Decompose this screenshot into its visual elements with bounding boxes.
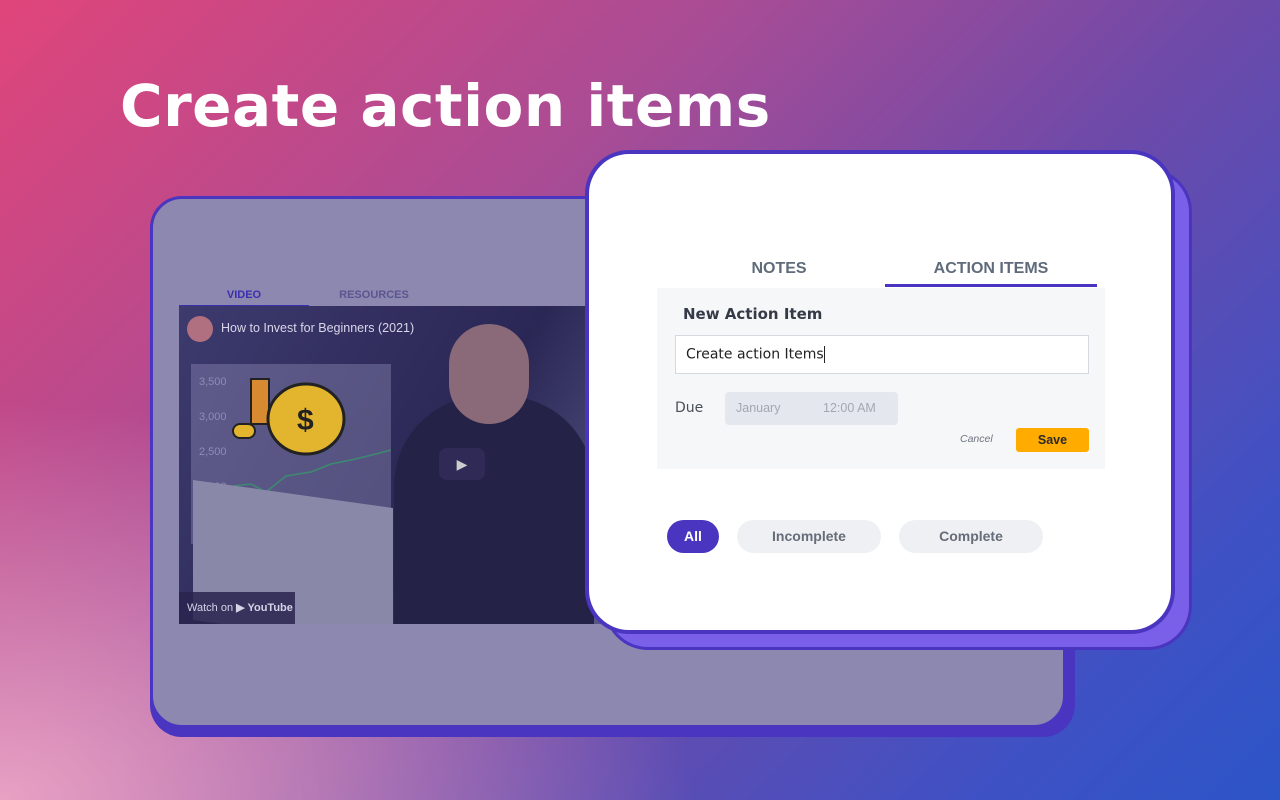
youtube-logo: ▶ YouTube — [236, 602, 293, 614]
svg-text:$: $ — [297, 404, 314, 437]
channel-avatar[interactable] — [187, 316, 213, 342]
video-title[interactable]: How to Invest for Beginners (2021) — [221, 321, 414, 335]
filter-pills: All Incomplete Complete — [667, 520, 1043, 553]
filter-incomplete[interactable]: Incomplete — [737, 520, 881, 553]
video-player[interactable]: 3,500 3,000 2,500 2,000 $ How to Invest … — [179, 306, 609, 624]
video-tabs: VIDEO RESOURCES — [179, 289, 579, 307]
youtube-label: YouTube — [247, 602, 293, 614]
filter-all[interactable]: All — [667, 520, 719, 553]
tab-video[interactable]: VIDEO — [179, 289, 309, 307]
due-month: January — [736, 401, 781, 415]
tab-action-items[interactable]: ACTION ITEMS — [885, 260, 1097, 287]
due-date-picker[interactable]: January 12:00 AM — [725, 392, 898, 425]
headline: Create action items — [120, 72, 771, 140]
action-items-card: NOTES ACTION ITEMS New Action Item Creat… — [585, 150, 1175, 634]
notes-tabs: NOTES ACTION ITEMS — [673, 260, 1097, 287]
new-action-item-form: New Action Item Create action Items Due … — [657, 288, 1105, 469]
watch-on-label: Watch on — [187, 602, 234, 614]
play-icon[interactable]: ▶ — [439, 448, 485, 480]
watch-on-youtube-button[interactable]: Watch on ▶ YouTube — [179, 592, 295, 624]
money-bag-icon: $ — [232, 378, 346, 456]
action-item-input[interactable]: Create action Items — [675, 335, 1089, 374]
presenter-image — [394, 396, 594, 624]
input-value: Create action Items — [686, 346, 824, 363]
due-time: 12:00 AM — [823, 401, 876, 415]
form-title: New Action Item — [683, 305, 823, 323]
tab-notes[interactable]: NOTES — [673, 260, 885, 287]
tab-resources[interactable]: RESOURCES — [309, 289, 439, 307]
filter-complete[interactable]: Complete — [899, 520, 1043, 553]
due-label: Due — [675, 400, 704, 416]
save-button[interactable]: Save — [1016, 428, 1089, 452]
presenter-face — [449, 324, 529, 424]
cancel-button[interactable]: Cancel — [960, 433, 993, 445]
